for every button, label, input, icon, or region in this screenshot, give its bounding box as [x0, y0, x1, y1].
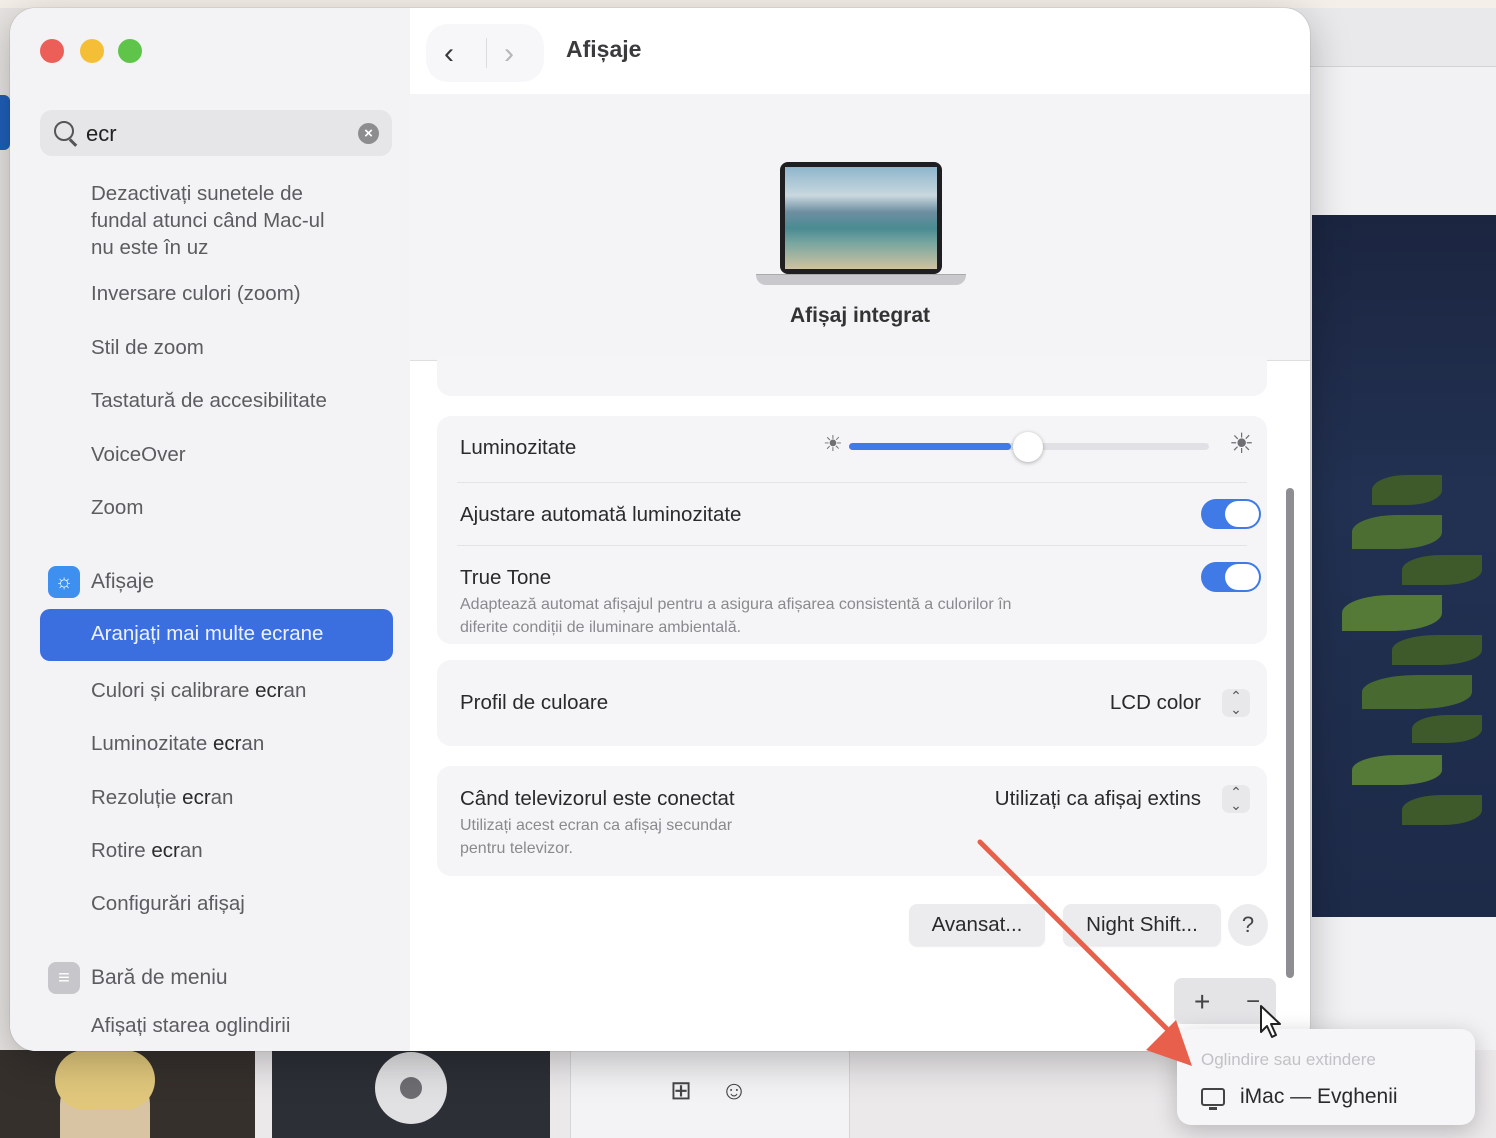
- zoom-window-button[interactable]: [118, 39, 142, 63]
- search-icon: [54, 121, 74, 141]
- sidebar-item-label[interactable]: fundal atunci când Mac-ul: [91, 207, 325, 234]
- participant-video-tile: [0, 1050, 255, 1138]
- scrollbar[interactable]: [1286, 488, 1294, 978]
- mouse-cursor-icon: [1260, 1005, 1281, 1038]
- menu-bar-icon: ≡: [48, 962, 80, 994]
- sidebar-section-afisaje[interactable]: ☼ Afișaje: [48, 564, 154, 600]
- display-settings-card: Luminozitate ☀ ☀ Ajustare automată lumin…: [437, 416, 1267, 644]
- sidebar-item-configurari-afisaj[interactable]: Configurări afișaj: [91, 890, 245, 917]
- tv-description: pentru televizor.: [460, 840, 573, 857]
- brightness-slider-knob[interactable]: [1013, 432, 1043, 462]
- add-person-icon[interactable]: ☺: [714, 1070, 754, 1110]
- chevron-updown-icon[interactable]: ⌃ ⌄: [1222, 785, 1250, 813]
- sidebar-item-inversare-culori[interactable]: Inversare culori (zoom): [91, 280, 301, 307]
- participant-avatar[interactable]: [375, 1052, 447, 1124]
- close-window-button[interactable]: [40, 39, 64, 63]
- sidebar-item-label: Aranjați mai multe ecrane: [91, 622, 324, 645]
- sidebar-item-voiceover[interactable]: VoiceOver: [91, 441, 186, 468]
- sidebar-section-label: Bară de meniu: [91, 966, 228, 989]
- sidebar: ecr × Dezactivați sunetele de fundal atu…: [10, 8, 410, 1051]
- desktop-top-strip: [0, 0, 1496, 8]
- tv-settings-card: Când televizorul este conectat Utilizați…: [437, 766, 1267, 876]
- brightness-label: Luminozitate: [460, 436, 577, 459]
- sidebar-section-label: Afișaje: [91, 570, 155, 593]
- sun-icon: ☼: [48, 566, 80, 598]
- true-tone-label: True Tone: [460, 566, 552, 589]
- minimize-window-button[interactable]: [80, 39, 104, 63]
- color-profile-popup[interactable]: LCD color: [1110, 691, 1201, 715]
- tv-description: Utilizați acest ecran ca afișaj secundar: [460, 817, 733, 834]
- desktop-edge-app: [0, 95, 10, 150]
- sidebar-item-rotire-ecran[interactable]: Rotire ecran: [91, 837, 203, 864]
- sidebar-item-label[interactable]: Dezactivați sunetele de: [91, 180, 303, 207]
- menu-item-imac[interactable]: iMac — Evghenii: [1201, 1085, 1398, 1110]
- true-tone-toggle[interactable]: [1201, 562, 1261, 592]
- display-name: Afișaj integrat: [789, 304, 931, 327]
- chevron-left-icon[interactable]: ‹: [444, 37, 454, 71]
- background-window-toolbar: [1291, 8, 1496, 67]
- color-profile-label: Profil de culoare: [460, 691, 609, 714]
- call-toolbar: ⊞ ☺: [570, 1050, 850, 1138]
- sidebar-item-luminozitate-ecran[interactable]: Luminozitate ecran: [91, 730, 264, 757]
- chevron-right-icon[interactable]: ›: [504, 37, 514, 71]
- brightness-slider-fill: [849, 443, 1011, 450]
- add-display-button[interactable]: +: [1194, 986, 1210, 1018]
- menu-item-label: iMac — Evghenii: [1240, 1085, 1398, 1108]
- remove-display-button[interactable]: −: [1246, 988, 1260, 1016]
- laptop-base: [756, 274, 966, 285]
- sidebar-item-zoom[interactable]: Zoom: [91, 494, 143, 521]
- brightness-low-icon: ☀: [823, 431, 843, 456]
- clear-search-icon[interactable]: ×: [358, 123, 379, 144]
- sidebar-item-aranjati-ecrane[interactable]: Aranjați mai multe ecrane: [40, 609, 393, 661]
- sidebar-item-label[interactable]: nu este în uz: [91, 234, 208, 261]
- mirror-extend-menu: Oglindire sau extindere iMac — Evghenii: [1177, 1029, 1475, 1125]
- sidebar-item-stil-zoom[interactable]: Stil de zoom: [91, 334, 204, 361]
- true-tone-description: Adaptează automat afișajul pentru a asig…: [460, 596, 1012, 613]
- brightness-slider[interactable]: [849, 432, 1209, 462]
- auto-brightness-label: Ajustare automată luminozitate: [460, 503, 742, 526]
- search-input[interactable]: ecr: [86, 121, 117, 147]
- tv-mode-popup[interactable]: Utilizați ca afișaj extins: [995, 787, 1201, 811]
- sidebar-item-tastatura[interactable]: Tastatură de accesibilitate: [91, 387, 327, 414]
- page-title: Afișaje: [566, 36, 642, 62]
- partial-settings-card: [437, 356, 1267, 396]
- sidebar-item-stare-oglindire[interactable]: Afișați starea oglindirii: [91, 1012, 290, 1039]
- auto-brightness-toggle[interactable]: [1201, 499, 1261, 529]
- advanced-button[interactable]: Avansat...: [909, 904, 1045, 946]
- sidebar-item-culori-calibrare[interactable]: Culori și calibrare ecran: [91, 677, 306, 704]
- search-field[interactable]: ecr ×: [40, 110, 392, 156]
- share-screen-icon[interactable]: ⊞: [661, 1070, 701, 1110]
- help-button[interactable]: ?: [1228, 904, 1268, 946]
- sidebar-item-rezolutie-ecran[interactable]: Rezoluție ecran: [91, 784, 233, 811]
- monitor-icon: [1201, 1088, 1225, 1110]
- tv-label: Când televizorul este conectat: [460, 787, 735, 810]
- true-tone-description: diferite condiții de iluminare ambiental…: [460, 619, 742, 636]
- sidebar-section-bara-meniu[interactable]: ≡ Bară de meniu: [48, 960, 228, 996]
- chevron-updown-icon[interactable]: ⌃ ⌄: [1222, 689, 1250, 717]
- display-arrangement-area: Afișaj integrat: [410, 94, 1310, 361]
- navigation-buttons: ‹ ›: [426, 24, 544, 82]
- menu-header: Oglindire sau extindere: [1201, 1050, 1376, 1069]
- night-shift-button[interactable]: Night Shift...: [1063, 904, 1221, 946]
- laptop-display-icon[interactable]: [780, 162, 942, 274]
- brightness-high-icon: ☀: [1229, 428, 1255, 459]
- color-profile-card: Profil de culoare LCD color ⌃ ⌄: [437, 660, 1267, 746]
- background-plant-photo: [1312, 215, 1496, 917]
